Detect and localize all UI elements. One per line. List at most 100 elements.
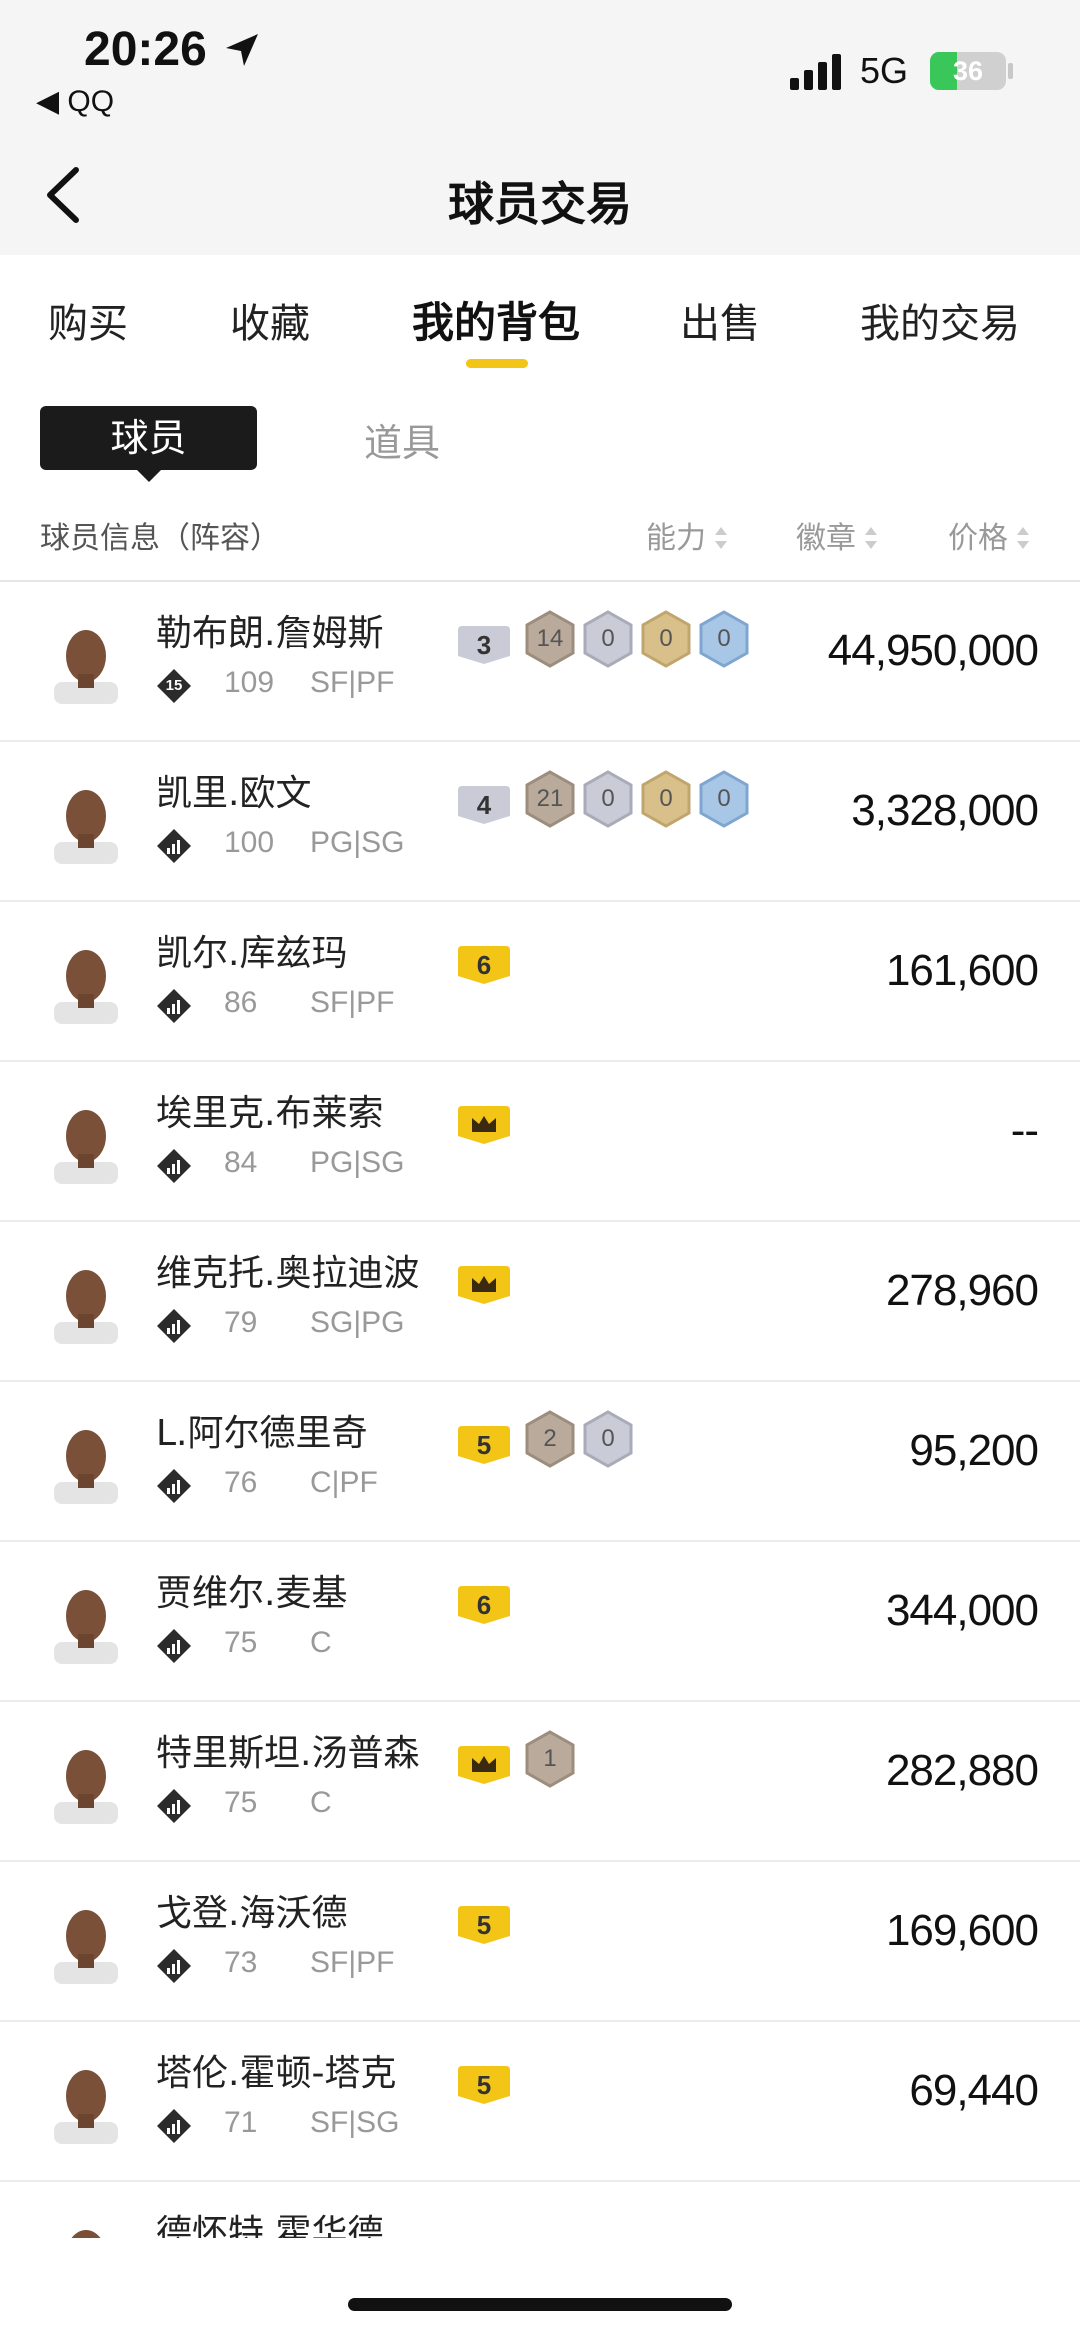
player-rating: 100 xyxy=(224,826,275,859)
player-rating: 73 xyxy=(224,1946,258,1979)
player-position: C|PF xyxy=(310,1466,378,1499)
tab-my-trades[interactable]: 我的交易 xyxy=(860,291,1020,349)
player-row[interactable]: 凯尔.库兹玛 86 SF|PF 6 161,600 xyxy=(0,902,1080,1062)
player-position: C xyxy=(310,1786,332,1819)
tab-buy[interactable]: 购买 xyxy=(48,291,128,349)
column-header-ability-label: 能力 xyxy=(646,521,706,556)
player-row[interactable]: 特里斯坦.汤普森 75 C 1 282,880 xyxy=(0,1702,1080,1862)
level-value: 6 xyxy=(476,1590,492,1620)
player-row[interactable]: 戈登.海沃德 73 SF|PF 5 169,600 xyxy=(0,1862,1080,2022)
column-header-ability[interactable]: 能力 xyxy=(646,513,728,557)
rank-diamond-icon xyxy=(156,988,192,1024)
player-name: 塔伦.霍顿-塔克 xyxy=(156,2053,397,2094)
player-price: 169,600 xyxy=(885,1906,1039,1955)
bottom-fade xyxy=(0,2238,1080,2337)
tab-sell[interactable]: 出售 xyxy=(680,291,760,349)
player-avatar xyxy=(54,1270,118,1344)
player-rating: 109 xyxy=(224,666,275,699)
home-indicator[interactable] xyxy=(348,2298,732,2311)
player-avatar xyxy=(54,1590,118,1664)
player-price: 95,200 xyxy=(909,1426,1039,1475)
rank-diamond-icon xyxy=(156,1788,192,1824)
player-avatar xyxy=(54,950,118,1024)
sort-icon xyxy=(715,526,727,549)
player-price: 282,880 xyxy=(885,1746,1039,1795)
level-badge xyxy=(458,1266,510,1304)
player-row[interactable]: 塔伦.霍顿-塔克 71 SF|SG 5 69,440 xyxy=(0,2022,1080,2182)
player-position: SG|PG xyxy=(310,1306,405,1339)
subtab-players[interactable]: 球员 xyxy=(40,406,257,470)
skill-badge: 2 xyxy=(524,1410,576,1468)
player-avatar xyxy=(54,630,118,704)
player-avatar xyxy=(54,1430,118,1504)
skill-badge-value: 14 xyxy=(536,625,564,652)
player-avatar xyxy=(54,1910,118,1984)
player-rating: 84 xyxy=(224,1146,258,1179)
player-avatar xyxy=(54,790,118,864)
page-title: 球员交易 xyxy=(448,177,632,231)
player-name: 戈登.海沃德 xyxy=(156,1893,348,1934)
column-header-price-label: 价格 xyxy=(948,521,1008,556)
player-name: 凯里.欧文 xyxy=(156,773,312,814)
player-position: SF|SG xyxy=(310,2106,400,2139)
status-bar: 20:26 ◀ QQ 5G 36 xyxy=(0,0,1080,140)
back-to-app-link[interactable]: ◀ QQ xyxy=(36,84,114,119)
rank-diamond-icon xyxy=(156,1628,192,1664)
player-rating: 75 xyxy=(224,1786,258,1819)
level-value: 5 xyxy=(476,1910,492,1940)
player-price: 344,000 xyxy=(885,1586,1039,1635)
skill-badge-value: 0 xyxy=(601,1425,615,1452)
player-avatar xyxy=(54,1110,118,1184)
skill-badge: 0 xyxy=(698,770,750,828)
level-badge: 6 xyxy=(458,946,510,984)
subtab-items[interactable]: 道具 xyxy=(364,412,440,467)
active-tab-indicator xyxy=(466,359,528,368)
player-name: 凯尔.库兹玛 xyxy=(156,933,348,974)
skill-badge: 0 xyxy=(582,770,634,828)
skill-badge-value: 0 xyxy=(717,785,731,812)
player-rating: 86 xyxy=(224,986,258,1019)
sort-icon xyxy=(1017,526,1029,549)
player-name: 贾维尔.麦基 xyxy=(156,1573,348,1614)
player-rating: 76 xyxy=(224,1466,258,1499)
battery-cap xyxy=(1008,63,1013,79)
skill-badge-value: 0 xyxy=(659,785,673,812)
player-row[interactable]: 维克托.奥拉迪波 79 SG|PG 278,960 xyxy=(0,1222,1080,1382)
skill-badge: 14 xyxy=(524,610,576,668)
player-price: 44,950,000 xyxy=(827,626,1039,675)
sort-icon xyxy=(865,526,877,549)
status-time: 20:26 xyxy=(84,23,207,76)
player-position: SF|PF xyxy=(310,986,395,1019)
player-row[interactable]: 勒布朗.詹姆斯 15 109 SF|PF 3 14 0 0 0 44,950,000 xyxy=(0,582,1080,742)
rank-diamond-icon xyxy=(156,1148,192,1184)
player-position: PG|SG xyxy=(310,1146,405,1179)
player-row[interactable]: 埃里克.布莱索 84 PG|SG -- xyxy=(0,1062,1080,1222)
nav-bar: 球员交易 xyxy=(0,140,1080,255)
tab-favorites[interactable]: 收藏 xyxy=(230,291,310,349)
player-row[interactable]: L.阿尔德里奇 76 C|PF 5 2 0 95,200 xyxy=(0,1382,1080,1542)
skill-badge-value: 1 xyxy=(543,1745,557,1772)
player-name: 埃里克.布莱索 xyxy=(156,1093,384,1134)
main-tabs: 购买 收藏 我的背包 出售 我的交易 xyxy=(0,255,1080,370)
column-header-badge[interactable]: 徽章 xyxy=(796,513,878,557)
level-badge: 5 xyxy=(458,1906,510,1944)
rank-number: 15 xyxy=(165,677,183,694)
level-badge: 4 xyxy=(458,786,510,824)
skill-badge-value: 0 xyxy=(659,625,673,652)
rank-diamond-icon xyxy=(156,1468,192,1504)
skill-badge-value: 0 xyxy=(601,785,615,812)
player-row[interactable]: 凯里.欧文 100 PG|SG 4 21 0 0 0 3,328,000 xyxy=(0,742,1080,902)
column-header-price[interactable]: 价格 xyxy=(948,513,1030,557)
level-badge: 3 xyxy=(458,626,510,664)
rank-diamond-icon xyxy=(156,1948,192,1984)
column-header-info: 球员信息（阵容） xyxy=(40,521,280,556)
player-rating: 79 xyxy=(224,1306,258,1339)
tab-my-backpack[interactable]: 我的背包 xyxy=(412,289,580,350)
level-badge: 5 xyxy=(458,1426,510,1464)
network-type: 5G xyxy=(860,50,909,91)
player-name: L.阿尔德里奇 xyxy=(156,1413,368,1454)
player-row[interactable]: 贾维尔.麦基 75 C 6 344,000 xyxy=(0,1542,1080,1702)
level-value: 5 xyxy=(476,2070,492,2100)
skill-badge-value: 0 xyxy=(717,625,731,652)
player-price: 69,440 xyxy=(909,2066,1039,2115)
